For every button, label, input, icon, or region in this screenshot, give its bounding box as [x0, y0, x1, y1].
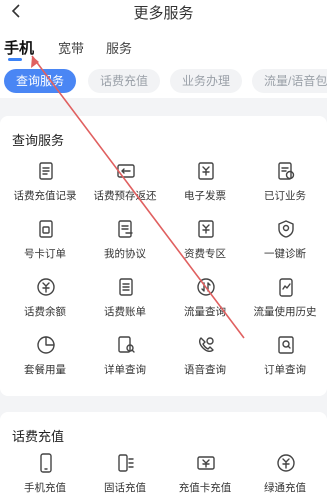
service-label: 详单查询 — [104, 364, 146, 376]
tab-service[interactable]: 服务 — [106, 38, 132, 57]
service-item[interactable]: 我的协议 — [89, 218, 161, 270]
tab-phone[interactable]: 手机 — [4, 37, 34, 58]
service-item[interactable]: 充值卡充值 — [169, 452, 241, 499]
service-item[interactable]: 订单查询 — [249, 334, 321, 386]
service-item[interactable]: 语音查询 — [169, 334, 241, 386]
service-label: 话费余额 — [24, 306, 66, 318]
service-label: 充值卡充值 — [178, 482, 232, 494]
service-item[interactable]: 电子发票 — [169, 160, 241, 212]
diagnose-icon — [275, 218, 297, 240]
service-item[interactable]: 流量查询 — [169, 276, 241, 328]
pie-icon — [35, 334, 57, 356]
query-section: 查询服务 话费充值记录 话费预存返还 电子发票 已订业务号卡订单 我的协议 资费专区 一键诊… — [0, 116, 327, 396]
service-label: 话费账单 — [104, 306, 146, 318]
section-title: 查询服务 — [12, 133, 65, 148]
tab-broadband[interactable]: 宽带 — [58, 38, 84, 57]
service-label: 号卡订单 — [24, 248, 66, 260]
service-label: 话费充值记录 — [13, 190, 77, 202]
voice-query-icon — [195, 334, 217, 356]
sim-order-icon — [35, 218, 57, 240]
filter-chips: 查询服务 话费充值 业务办理 流量/语音包 — [0, 64, 327, 98]
service-item[interactable]: 已订业务 — [249, 160, 321, 212]
tab-underline — [8, 58, 22, 61]
card-topup-icon — [195, 452, 217, 474]
service-item[interactable]: 固话充值 — [89, 452, 161, 499]
service-label: 套餐用量 — [24, 364, 66, 376]
section-title: 话费充值 — [12, 429, 65, 444]
phone-icon — [35, 452, 57, 474]
data-history-icon — [275, 276, 297, 298]
detail-search-icon — [115, 334, 137, 356]
chip-business[interactable]: 业务办理 — [170, 69, 243, 93]
category-tabs: 手机 宽带 服务 — [0, 32, 327, 64]
service-item[interactable]: 一键诊断 — [249, 218, 321, 270]
chip-query[interactable]: 查询服务 — [4, 69, 77, 93]
service-label: 资费专区 — [184, 248, 226, 260]
service-item[interactable]: 话费余额 — [9, 276, 81, 328]
service-label: 话费预存返还 — [93, 190, 157, 202]
service-label: 流量使用历史 — [253, 306, 317, 318]
service-item[interactable]: 流量使用历史 — [249, 276, 321, 328]
topup-section: 话费充值 手机充值 固话充值 充值卡充值 绿通充值 — [0, 412, 327, 499]
order-search-icon — [275, 334, 297, 356]
service-item[interactable]: 详单查询 — [89, 334, 161, 386]
balance-icon — [35, 276, 57, 298]
agreement-icon — [115, 218, 137, 240]
service-label: 订单查询 — [264, 364, 306, 376]
subscribed-icon — [275, 160, 297, 182]
service-label: 手机充值 — [24, 482, 66, 494]
service-item[interactable]: 号卡订单 — [9, 218, 81, 270]
service-label: 流量查询 — [184, 306, 226, 318]
service-item[interactable]: 话费充值记录 — [9, 160, 81, 212]
service-item[interactable]: 手机充值 — [9, 452, 81, 499]
service-item[interactable]: 资费专区 — [169, 218, 241, 270]
top-bar: 更多服务 — [0, 0, 327, 32]
service-label: 语音查询 — [184, 364, 226, 376]
service-label: 固话充值 — [104, 482, 146, 494]
chip-data-voice[interactable]: 流量/语音包 — [252, 69, 327, 93]
service-label: 我的协议 — [104, 248, 146, 260]
service-item[interactable]: 绿通充值 — [249, 452, 321, 499]
receipt-icon — [35, 160, 57, 182]
data-query-icon — [195, 276, 217, 298]
service-item[interactable]: 套餐用量 — [9, 334, 81, 386]
service-label: 已订业务 — [264, 190, 306, 202]
chip-topup[interactable]: 话费充值 — [88, 69, 161, 93]
landline-icon — [115, 452, 137, 474]
page-title: 更多服务 — [133, 5, 194, 22]
bill-icon — [115, 276, 137, 298]
tariff-icon — [195, 218, 217, 240]
service-label: 绿通充值 — [264, 482, 306, 494]
service-label: 电子发票 — [184, 190, 226, 202]
money-return-icon — [115, 160, 137, 182]
service-item[interactable]: 话费账单 — [89, 276, 161, 328]
green-topup-icon — [275, 452, 297, 474]
service-item[interactable]: 话费预存返还 — [89, 160, 161, 212]
service-label: 一键诊断 — [264, 248, 306, 260]
invoice-icon — [195, 160, 217, 182]
